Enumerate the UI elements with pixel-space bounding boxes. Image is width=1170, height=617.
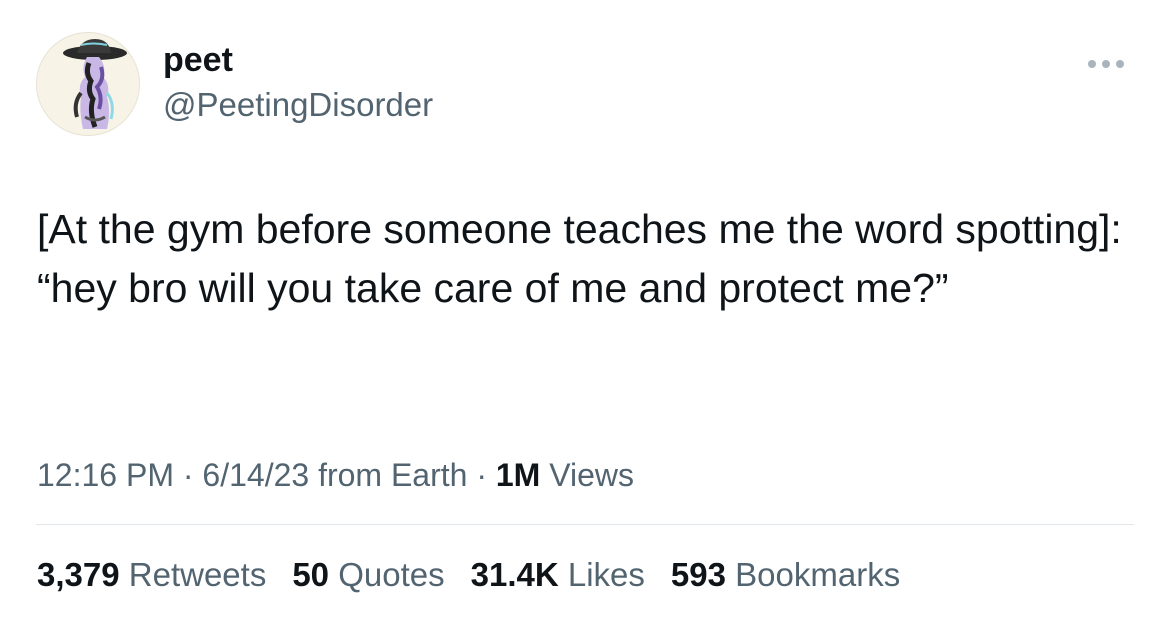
- more-options-button[interactable]: [1078, 48, 1134, 80]
- likes-stat[interactable]: 31.4K Likes: [471, 554, 645, 596]
- more-horizontal-icon-dot: [1116, 60, 1124, 68]
- retweets-count: 3,379: [37, 556, 120, 593]
- meta-separator: ·: [467, 457, 496, 493]
- tweet-time[interactable]: 12:16 PM: [37, 457, 174, 493]
- more-horizontal-icon-dot: [1102, 60, 1110, 68]
- meta-separator: ·: [173, 457, 203, 493]
- quotes-count: 50: [292, 556, 330, 593]
- tweet: peet @PeetingDisorder [At the gym before…: [0, 0, 1170, 617]
- retweets-stat[interactable]: 3,379 Retweets: [37, 554, 266, 596]
- user-handle[interactable]: @PeetingDisorder: [163, 85, 433, 125]
- likes-count: 31.4K: [470, 556, 559, 593]
- retweets-label: Retweets: [128, 556, 267, 593]
- more-horizontal-icon: [1088, 60, 1096, 68]
- views-count[interactable]: 1M: [496, 457, 540, 493]
- tweet-source: from Earth: [309, 457, 468, 493]
- bookmarks-label: Bookmarks: [735, 556, 901, 593]
- avatar[interactable]: [36, 32, 140, 136]
- engagement-stats: 3,379 Retweets 50 Quotes 31.4K Likes 593…: [37, 554, 926, 596]
- likes-label: Likes: [567, 556, 645, 593]
- tweet-date[interactable]: 6/14/23: [202, 457, 309, 493]
- tweet-meta: 12:16 PM · 6/14/23 from Earth · 1M Views: [37, 455, 634, 495]
- quotes-stat[interactable]: 50 Quotes: [292, 554, 444, 596]
- tweet-text: [At the gym before someone teaches me th…: [37, 206, 1134, 311]
- display-name[interactable]: peet: [163, 40, 233, 80]
- bookmarks-count: 593: [670, 556, 726, 593]
- bookmarks-stat[interactable]: 593 Bookmarks: [671, 554, 900, 596]
- divider: [36, 524, 1134, 525]
- quotes-label: Quotes: [338, 556, 445, 593]
- views-label: Views: [540, 457, 634, 493]
- avatar-illustration: [37, 33, 139, 135]
